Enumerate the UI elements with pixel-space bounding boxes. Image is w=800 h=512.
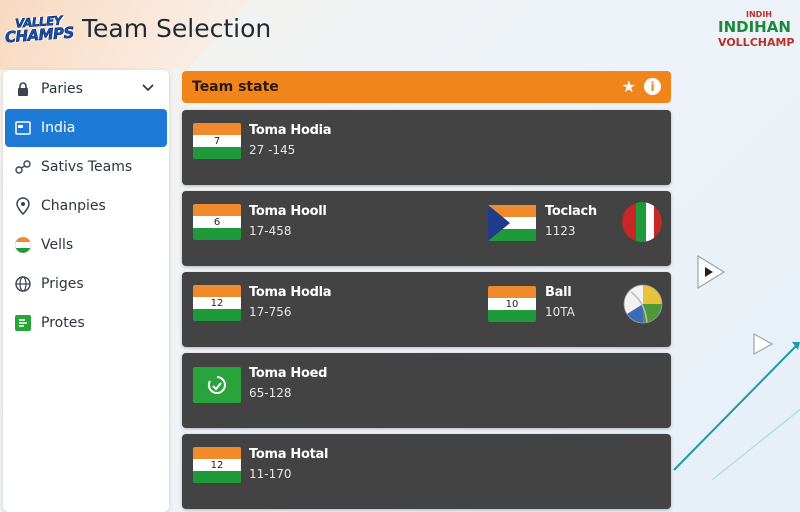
team-row[interactable]: Toma Hoed 65-128 <box>182 353 671 428</box>
location-pin-icon <box>13 196 33 216</box>
india-flag-icon <box>13 235 33 255</box>
team-score: 17-458 <box>249 224 292 238</box>
team-name: Toma Hodia <box>249 123 332 138</box>
decorative-trend-line <box>673 342 800 480</box>
opponent-name: Toclach <box>545 204 597 219</box>
team-name: Toma Hodla <box>249 285 332 300</box>
sidebar-item-sativs-teams[interactable]: Sativs Teams <box>5 148 167 186</box>
india-flag-icon: 7 <box>193 123 241 159</box>
header: VALLEY CHAMPS Team Selection INDIH INDIH… <box>0 0 800 64</box>
globe-icon <box>13 274 33 294</box>
sidebar-item-priges[interactable]: Priges <box>5 265 167 303</box>
flag-number: 10 <box>505 298 519 310</box>
flag-number: 12 <box>210 297 224 309</box>
flag-number: 12 <box>210 459 224 471</box>
india-flag-icon: 6 <box>193 204 241 240</box>
sidebar-item-label: Chanpies <box>41 198 106 214</box>
star-icon[interactable]: ★ <box>622 78 636 96</box>
chevron-down-icon[interactable] <box>141 80 155 98</box>
team-row[interactable]: 12 Toma Hotal 11-170 <box>182 434 671 509</box>
info-icon[interactable]: i <box>644 78 661 95</box>
sidebar-item-chanpies[interactable]: Chanpies <box>5 187 167 225</box>
link-icon <box>13 157 33 177</box>
brand-line2: INDIHAN <box>718 18 791 36</box>
team-row[interactable]: 12 Toma Hodla 17-756 10 Ball 10TA <box>182 272 671 347</box>
team-score: 11-170 <box>249 467 292 481</box>
sidebar: Paries India Sativs Teams Chanpies Vells… <box>3 70 169 512</box>
sidebar-item-label: Protes <box>41 315 85 331</box>
india-flag-icon: 12 <box>193 285 241 321</box>
lock-icon <box>13 79 33 99</box>
flag-number: 6 <box>213 216 221 228</box>
team-name: Toma Hooll <box>249 204 327 219</box>
team-badge-icon <box>193 367 241 403</box>
brand-logo-right: INDIH INDIHAN VOLLCHAMP <box>718 10 800 49</box>
team-name: Toma Hoed <box>249 366 328 381</box>
italy-flag-badge-icon <box>622 202 662 242</box>
flag-square-icon <box>13 118 33 138</box>
flag-number: 7 <box>213 135 221 147</box>
opponent-score: 1123 <box>545 224 576 238</box>
opponent-flag-icon <box>488 205 536 241</box>
brand-line3: VOLLCHAMP <box>718 35 795 49</box>
app-logo[interactable]: VALLEY CHAMPS <box>3 10 75 49</box>
india-flag-icon: 10 <box>488 286 536 322</box>
opponent-score: 10TA <box>545 305 575 319</box>
sidebar-item-vells[interactable]: Vells <box>5 226 167 264</box>
panel-title: Team state <box>192 79 279 95</box>
team-score: 27 -145 <box>249 143 296 157</box>
sidebar-item-label: Priges <box>41 276 84 292</box>
sidebar-item-india[interactable]: India <box>5 109 167 147</box>
panel-header: Team state ★ i <box>182 71 671 103</box>
sidebar-item-paries[interactable]: Paries <box>5 70 167 108</box>
volleyball-icon <box>623 284 663 324</box>
sidebar-item-label: India <box>41 120 76 136</box>
team-name: Toma Hotal <box>249 447 329 462</box>
sidebar-item-label: Paries <box>41 81 83 97</box>
sidebar-item-label: Sativs Teams <box>41 159 133 175</box>
india-flag-icon: 12 <box>193 447 241 483</box>
page-title: Team Selection <box>82 14 272 43</box>
green-badge-icon <box>13 313 33 333</box>
team-score: 65-128 <box>249 386 292 400</box>
sidebar-item-protes[interactable]: Protes <box>5 304 167 342</box>
sidebar-item-label: Vells <box>41 237 74 253</box>
opponent-name: Ball <box>545 285 572 300</box>
next-arrow-button[interactable] <box>696 254 726 290</box>
team-row[interactable]: 7 Toma Hodia 27 -145 <box>182 110 671 185</box>
team-score: 17-756 <box>249 305 292 319</box>
team-row[interactable]: 6 Toma Hooll 17-458 Toclach 1123 <box>182 191 671 266</box>
logo-line2: CHAMPS <box>4 23 75 46</box>
